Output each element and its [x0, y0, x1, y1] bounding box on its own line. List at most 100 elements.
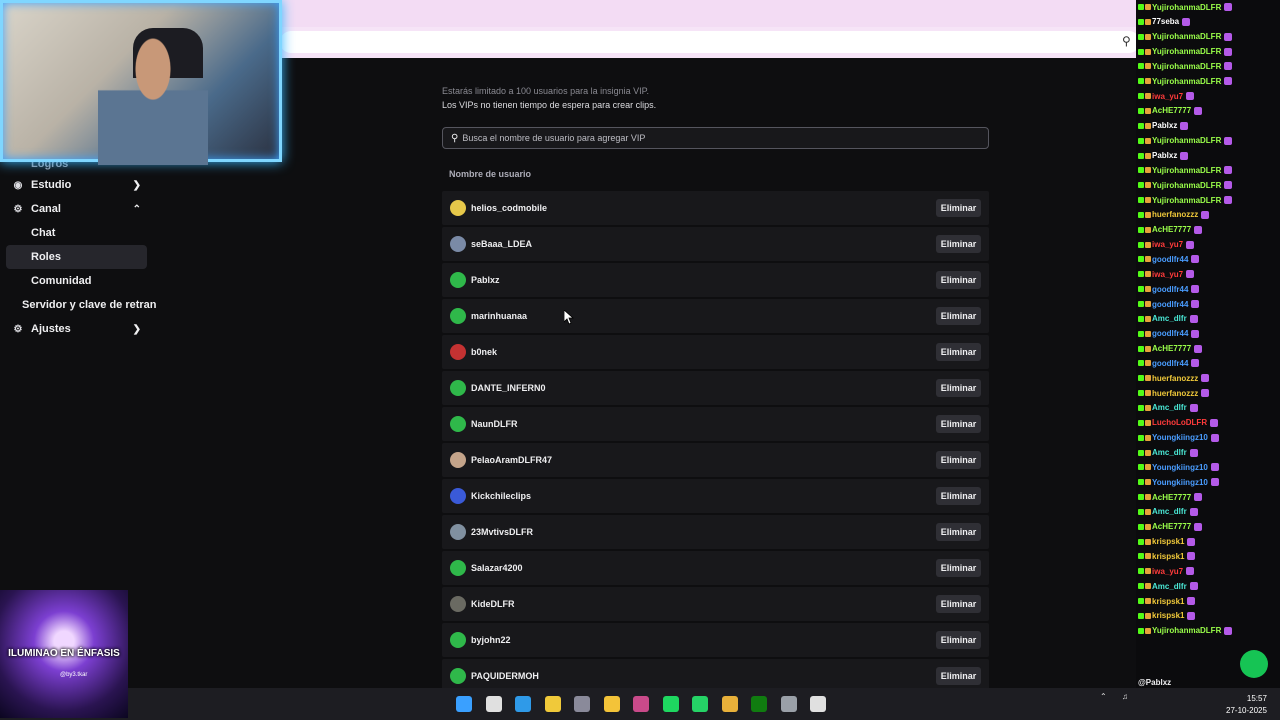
chat-username[interactable]: YujirohanmaDLFR [1152, 136, 1221, 145]
chat-message[interactable]: AcHE7777 [1138, 223, 1203, 237]
chat-username[interactable]: huerfanozzz [1152, 210, 1198, 219]
chat-username[interactable]: iwa_yu7 [1152, 567, 1183, 576]
sidebar-item-chat[interactable]: Chat [6, 221, 147, 245]
chat-username[interactable]: AcHE7777 [1152, 522, 1191, 531]
taskbar-clock[interactable]: 15:57 27-10-2025 [1226, 693, 1267, 717]
file-explorer-icon[interactable] [603, 696, 620, 712]
chat-message[interactable]: iwa_yu7 [1138, 267, 1195, 281]
chat-message[interactable]: huerfanozzz [1138, 371, 1210, 385]
chat-username[interactable]: YujirohanmaDLFR [1152, 181, 1221, 190]
chat-message[interactable]: iwa_yu7 [1138, 238, 1195, 252]
chat-username[interactable]: iwa_yu7 [1152, 240, 1183, 249]
remove-vip-button[interactable]: Eliminar [936, 379, 981, 397]
chat-message[interactable]: AcHE7777 [1138, 342, 1203, 356]
chat-username[interactable]: YujirohanmaDLFR [1152, 3, 1221, 12]
chat-username[interactable]: Youngkiingz10 [1152, 433, 1208, 442]
chat-message[interactable]: Youngkiingz10 [1138, 460, 1219, 474]
snipping-tool-icon[interactable] [633, 696, 649, 712]
address-bar[interactable] [280, 31, 1140, 53]
chat-message[interactable]: krispsk1 [1138, 594, 1196, 608]
chat-message[interactable]: YujirohanmaDLFR [1138, 134, 1233, 148]
vip-search[interactable]: ⚲ [442, 127, 989, 149]
chat-message[interactable]: Pablxz [1138, 149, 1189, 163]
chat-message[interactable]: Amc_dlfr [1138, 312, 1198, 326]
chat-message[interactable]: YujirohanmaDLFR [1138, 45, 1233, 59]
chat-username[interactable]: YujirohanmaDLFR [1152, 626, 1221, 635]
chat-username[interactable]: goodlfr44 [1152, 359, 1188, 368]
chat-message[interactable]: Amc_dlfr [1138, 579, 1198, 593]
chat-username[interactable]: iwa_yu7 [1152, 270, 1183, 279]
remove-vip-button[interactable]: Eliminar [936, 343, 981, 361]
app-icon[interactable] [574, 696, 590, 712]
chat-message[interactable]: Amc_dlfr [1138, 505, 1198, 519]
chat-message[interactable]: iwa_yu7 [1138, 89, 1195, 103]
chat-username[interactable]: YujirohanmaDLFR [1152, 47, 1221, 56]
chat-action-button[interactable] [1240, 650, 1268, 678]
chat-username[interactable]: Amc_dlfr [1152, 582, 1187, 591]
remove-vip-button[interactable]: Eliminar [936, 631, 981, 649]
media-player-icon[interactable] [810, 696, 826, 712]
chat-message[interactable]: goodlfr44 [1138, 327, 1200, 341]
remove-vip-button[interactable]: Eliminar [936, 487, 981, 505]
chat-message[interactable]: goodlfr44 [1138, 356, 1200, 370]
chat-username[interactable]: iwa_yu7 [1152, 92, 1183, 101]
chat-message[interactable]: goodlfr44 [1138, 297, 1200, 311]
chat-username[interactable]: krispsk1 [1152, 552, 1184, 561]
remove-vip-button[interactable]: Eliminar [936, 667, 981, 685]
chat-username[interactable]: goodlfr44 [1152, 300, 1188, 309]
microphone-icon[interactable]: ♫ [1122, 692, 1128, 701]
chat-username[interactable]: YujirohanmaDLFR [1152, 196, 1221, 205]
sidebar-item-settings[interactable]: ⚙ Ajustes ❯ [6, 317, 147, 341]
sidebar-item-channel[interactable]: ⚙ Canal ⌃ [6, 197, 147, 221]
chat-message[interactable]: YujirohanmaDLFR [1138, 193, 1233, 207]
remove-vip-button[interactable]: Eliminar [936, 595, 981, 613]
chat-username[interactable]: Pablxz [1152, 121, 1177, 130]
chat-message[interactable]: goodlfr44 [1138, 252, 1200, 266]
vip-search-input[interactable] [462, 133, 963, 143]
chat-username[interactable]: krispsk1 [1152, 611, 1184, 620]
chat-username[interactable]: AcHE7777 [1152, 225, 1191, 234]
chat-username[interactable]: YujirohanmaDLFR [1152, 62, 1221, 71]
chat-username[interactable]: Amc_dlfr [1152, 507, 1187, 516]
remove-vip-button[interactable]: Eliminar [936, 559, 981, 577]
chat-username[interactable]: krispsk1 [1152, 537, 1184, 546]
windows-start-icon[interactable] [456, 696, 472, 712]
chat-username[interactable]: YujirohanmaDLFR [1152, 166, 1221, 175]
chat-message[interactable]: YujirohanmaDLFR [1138, 178, 1233, 192]
chat-username[interactable]: YujirohanmaDLFR [1152, 32, 1221, 41]
chat-username[interactable]: huerfanozzz [1152, 374, 1198, 383]
chat-username[interactable]: Amc_dlfr [1152, 403, 1187, 412]
remove-vip-button[interactable]: Eliminar [936, 451, 981, 469]
chat-message[interactable]: Pablxz [1138, 119, 1189, 133]
chat-username[interactable]: huerfanozzz [1152, 389, 1198, 398]
chat-username[interactable]: Amc_dlfr [1152, 314, 1187, 323]
steam-icon[interactable] [780, 696, 797, 712]
tray-chevron-icon[interactable]: ⌃ [1100, 692, 1107, 701]
chat-username[interactable]: YujirohanmaDLFR [1152, 77, 1221, 86]
store-icon[interactable] [544, 696, 561, 712]
remove-vip-button[interactable]: Eliminar [936, 523, 981, 541]
chat-message[interactable]: YujirohanmaDLFR [1138, 74, 1233, 88]
chat-username[interactable]: Pablxz [1152, 151, 1177, 160]
chat-message[interactable]: YujirohanmaDLFR [1138, 30, 1233, 44]
chat-username[interactable]: Youngkiingz10 [1152, 463, 1208, 472]
chat-username[interactable]: LuchoLoDLFR [1152, 418, 1207, 427]
chat-message[interactable]: krispsk1 [1138, 549, 1196, 563]
xbox-icon[interactable] [751, 696, 767, 712]
chat-username[interactable]: goodlfr44 [1152, 285, 1188, 294]
chat-username[interactable]: goodlfr44 [1152, 329, 1188, 338]
chat-username[interactable]: AcHE7777 [1152, 493, 1191, 502]
remove-vip-button[interactable]: Eliminar [936, 235, 981, 253]
chat-message[interactable]: huerfanozzz [1138, 208, 1210, 222]
chat-message[interactable]: krispsk1 [1138, 609, 1196, 623]
edge-icon[interactable] [515, 696, 531, 712]
chat-message[interactable]: Youngkiingz10 [1138, 475, 1219, 489]
chat-message[interactable]: goodlfr44 [1138, 282, 1200, 296]
chat-message[interactable]: iwa_yu7 [1138, 564, 1195, 578]
search-icon[interactable] [485, 696, 502, 712]
sidebar-item-stream-key[interactable]: Servidor y clave de retransmisión [6, 293, 156, 317]
chat-message[interactable]: Amc_dlfr [1138, 401, 1198, 415]
chat-message[interactable]: Amc_dlfr [1138, 446, 1198, 460]
chrome-icon[interactable] [721, 696, 738, 712]
chat-message[interactable]: 77seba [1138, 15, 1191, 29]
